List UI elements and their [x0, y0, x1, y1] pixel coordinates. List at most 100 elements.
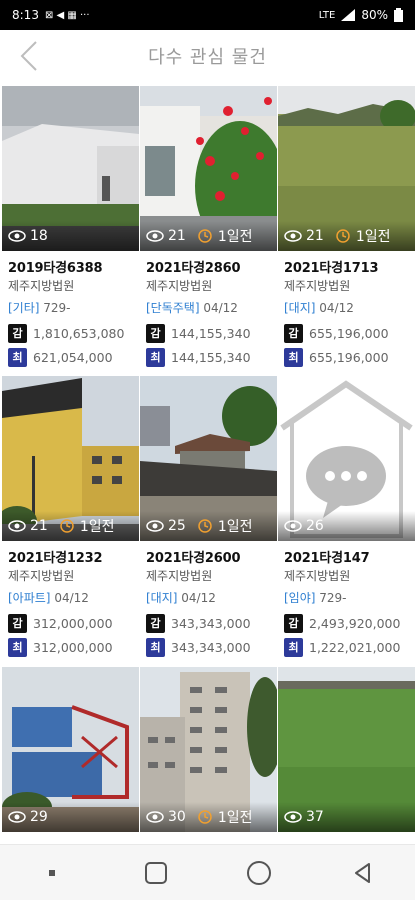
property-type: [임야]	[284, 591, 316, 605]
chevron-left-icon	[20, 41, 37, 71]
property-photo[interactable]: 25 1일전	[140, 376, 277, 541]
appraisal-price: 343,343,000	[171, 615, 251, 631]
recency-label: 1일전	[217, 810, 253, 826]
minimum-price: 621,054,000	[33, 349, 113, 365]
property-type: [아파트]	[8, 591, 51, 605]
signal-icon	[341, 9, 356, 21]
appraisal-price: 2,493,920,000	[309, 615, 401, 631]
appraisal-price: 144,155,340	[171, 325, 251, 341]
property-card[interactable]: 26 2021타경147 제주지방법원 [임야] 729- 감 2,493,920…	[278, 376, 415, 659]
recency-label: 1일전	[355, 229, 391, 245]
recency-label: 1일전	[217, 519, 253, 535]
clock-icon	[60, 519, 74, 533]
circle-icon	[247, 860, 272, 885]
court-name: 제주지방법원	[146, 569, 213, 583]
property-type: [기타]	[8, 301, 40, 315]
stats-overlay: 18	[2, 221, 139, 251]
auction-date: 04/12	[319, 301, 354, 315]
stats-overlay: 21 1일전	[2, 511, 139, 541]
view-count: 25	[168, 518, 186, 534]
back-nav-button[interactable]	[343, 853, 383, 893]
eye-icon	[284, 520, 302, 532]
overview-button[interactable]	[136, 853, 176, 893]
minimum-badge: 최	[146, 347, 165, 367]
recency-label: 1일전	[217, 229, 253, 245]
clock-icon	[336, 229, 350, 243]
eye-icon	[284, 230, 302, 242]
property-card[interactable]: 21 1일전 2021타경1713 제주지방법원 [대지] 04/12 감 655…	[278, 86, 415, 369]
auction-date: 04/12	[203, 301, 238, 315]
minimum-badge: 최	[284, 637, 303, 657]
appraisal-badge: 감	[284, 323, 303, 343]
minimum-price: 144,155,340	[171, 349, 251, 365]
view-count: 37	[306, 809, 324, 825]
minimum-badge: 최	[8, 347, 27, 367]
property-photo[interactable]: 21 1일전	[140, 86, 277, 251]
property-photo[interactable]: 29	[2, 667, 139, 832]
minimum-badge: 최	[284, 347, 303, 367]
auction-date: 04/12	[54, 591, 89, 605]
stats-overlay: 25 1일전	[140, 511, 277, 541]
recency-label: 1일전	[79, 519, 115, 535]
case-number: 2021타경2860	[146, 261, 241, 276]
page-title: 다수 관심 물건	[148, 47, 267, 68]
property-photo[interactable]: 18	[2, 86, 139, 251]
property-photo[interactable]: 37	[278, 667, 415, 832]
recents-button[interactable]	[32, 853, 72, 893]
property-type: [대지]	[284, 301, 316, 315]
view-count: 29	[30, 809, 48, 825]
stats-overlay: 30 1일전	[140, 802, 277, 832]
back-button[interactable]	[14, 38, 50, 74]
property-card[interactable]: 21 1일전 2021타경1232 제주지방법원 [아파트] 04/12 감 31…	[2, 376, 139, 659]
case-number: 2021타경1232	[8, 551, 103, 566]
property-grid[interactable]: 18 2019타경6388 제주지방법원 [기타] 729- 감 1,810,65…	[0, 84, 415, 841]
eye-icon	[146, 811, 164, 823]
property-photo[interactable]: 30 1일전	[140, 667, 277, 832]
system-nav-bar	[0, 844, 415, 900]
view-count: 21	[30, 518, 48, 534]
case-number: 2019타경6388	[8, 261, 103, 276]
property-photo[interactable]: 21 1일전	[278, 86, 415, 251]
eye-icon	[146, 520, 164, 532]
court-name: 제주지방법원	[284, 279, 351, 293]
court-name: 제주지방법원	[146, 279, 213, 293]
minimum-price: 343,343,000	[171, 639, 251, 655]
property-card[interactable]: 25 1일전 2021타경2600 제주지방법원 [대지] 04/12 감 343…	[140, 376, 277, 659]
clock-icon	[198, 519, 212, 533]
property-card[interactable]: 30 1일전	[140, 667, 277, 832]
property-photo[interactable]: 21 1일전	[2, 376, 139, 541]
stats-overlay: 37	[278, 802, 415, 832]
home-button[interactable]	[239, 853, 279, 893]
appraisal-price: 312,000,000	[33, 615, 113, 631]
case-number: 2021타경2600	[146, 551, 241, 566]
property-card[interactable]: 29	[2, 667, 139, 832]
view-count: 21	[168, 228, 186, 244]
appraisal-badge: 감	[146, 323, 165, 343]
triangle-back-icon	[355, 862, 371, 883]
eye-icon	[8, 811, 26, 823]
auction-date: 729-	[319, 591, 347, 605]
appraisal-badge: 감	[8, 613, 27, 633]
stats-overlay: 26	[278, 511, 415, 541]
property-card[interactable]: 37	[278, 667, 415, 832]
minimum-price: 312,000,000	[33, 639, 113, 655]
property-card[interactable]: 18 2019타경6388 제주지방법원 [기타] 729- 감 1,810,65…	[2, 86, 139, 369]
view-count: 26	[306, 518, 324, 534]
clock-icon	[198, 229, 212, 243]
eye-icon	[284, 811, 302, 823]
status-bar: 8:13 ⊠ ◀ ▦ ··· LTE 80%	[0, 0, 415, 30]
auction-date: 04/12	[181, 591, 216, 605]
appraisal-price: 655,196,000	[309, 325, 389, 341]
property-photo[interactable]: 26	[278, 376, 415, 541]
network-label: LTE	[318, 9, 336, 21]
minimum-price: 655,196,000	[309, 349, 389, 365]
property-type: [단독주택]	[146, 301, 200, 315]
square-icon	[144, 861, 167, 884]
property-card[interactable]: 21 1일전 2021타경2860 제주지방법원 [단독주택] 04/12 감1…	[140, 86, 277, 369]
eye-icon	[8, 230, 26, 242]
appraisal-badge: 감	[146, 613, 165, 633]
stats-overlay: 21 1일전	[278, 221, 415, 251]
stats-overlay: 21 1일전	[140, 221, 277, 251]
appraisal-price: 1,810,653,080	[33, 325, 125, 341]
eye-icon	[8, 520, 26, 532]
